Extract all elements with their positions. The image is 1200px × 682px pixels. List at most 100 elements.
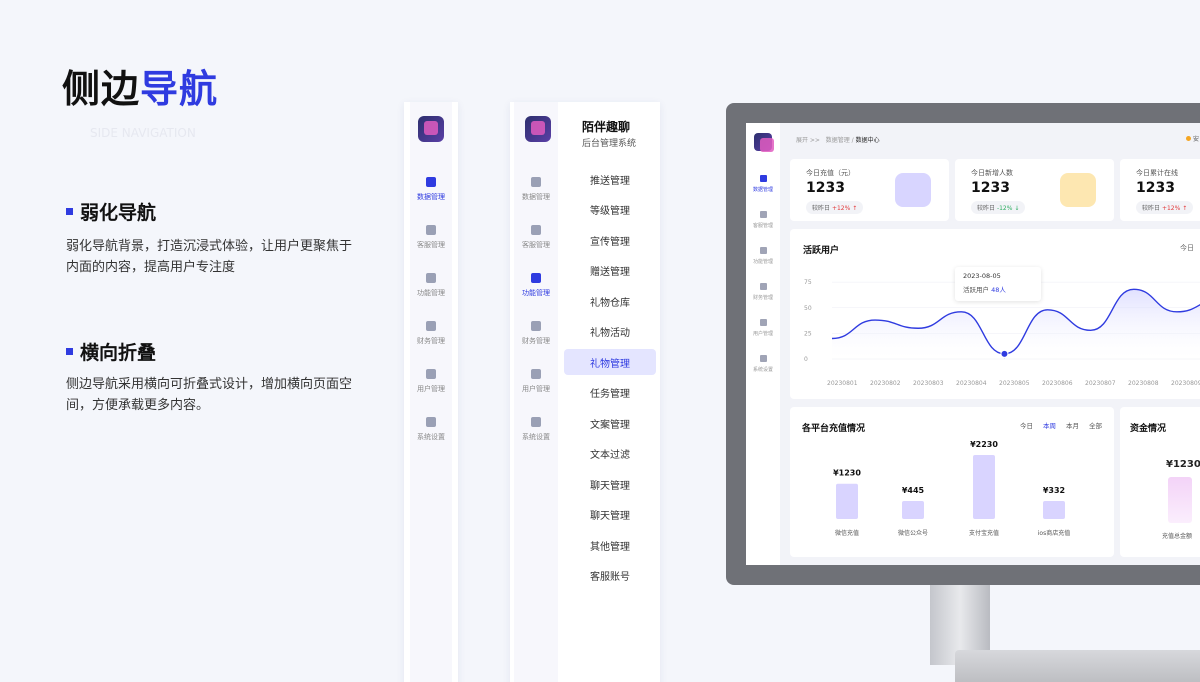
y-tick-label: 50 xyxy=(804,305,812,312)
bar-value-label: ¥445 xyxy=(902,486,925,495)
rail-item-3[interactable]: 财务管理 xyxy=(414,310,448,356)
kpi-value: 1233 xyxy=(971,180,1010,196)
bullet-square-icon xyxy=(66,348,73,355)
monitor-base xyxy=(955,650,1200,682)
menu-item-1[interactable]: 等级管理 xyxy=(564,197,656,223)
y-tick-label: 75 xyxy=(804,279,812,286)
menu-item-10[interactable]: 聊天管理 xyxy=(564,471,656,497)
kpi-label: 今日累计在线 xyxy=(1136,169,1178,177)
expand-link[interactable]: 展开 >> xyxy=(796,137,820,144)
rail-item-4[interactable]: 用户管理 xyxy=(414,358,448,404)
user-icon xyxy=(531,368,541,379)
dash-nav-0[interactable]: 数据管理 xyxy=(748,167,778,201)
bullet-square-icon xyxy=(66,208,73,215)
bar xyxy=(1043,501,1065,519)
x-tick-label: 20230802 xyxy=(870,380,901,387)
support-icon xyxy=(531,224,541,235)
funds-card: 资金情况 ¥1230 充值总金额 xyxy=(1120,407,1200,557)
chart-tooltip: 2023-08-05 活跃用户 48人 xyxy=(955,267,1041,301)
rail-item-1[interactable]: 客服管理 xyxy=(519,214,553,260)
menu-item-13[interactable]: 客服账号 xyxy=(564,563,656,589)
filter-2[interactable]: 本月 xyxy=(1066,420,1079,430)
menu-item-4[interactable]: 礼物仓库 xyxy=(564,288,656,314)
dash-nav-4[interactable]: 用户管理 xyxy=(748,311,778,345)
support-icon xyxy=(426,224,436,235)
x-tick-label: 20230805 xyxy=(999,380,1030,387)
x-tick-label: 20230809 xyxy=(1171,380,1200,387)
settings-icon xyxy=(426,416,436,427)
menu-item-8[interactable]: 文案管理 xyxy=(564,410,656,436)
funds-title: 资金情况 xyxy=(1130,424,1167,434)
range-filter[interactable]: 今日 xyxy=(1180,243,1194,253)
section-heading-collapse: 横向折叠 xyxy=(66,338,156,365)
app-name: 陌伴趣聊 xyxy=(582,120,631,134)
x-tick-label: 20230807 xyxy=(1085,380,1116,387)
menu-item-5[interactable]: 礼物活动 xyxy=(564,319,656,345)
kpi-card-2: 今日累计在线 1233 较昨日 +12% ↑ xyxy=(1120,159,1200,221)
bar-value-label: ¥332 xyxy=(1043,486,1065,495)
rail-item-2[interactable]: 功能管理 xyxy=(414,262,448,308)
function-icon xyxy=(531,272,541,283)
dash-nav-3[interactable]: 财务管理 xyxy=(748,275,778,309)
kpi-card-0: 今日充值（元） 1233 较昨日 +12% ↑ xyxy=(790,159,949,221)
rail-item-3[interactable]: 财务管理 xyxy=(519,310,553,356)
breadcrumb-parent[interactable]: 数据管理 xyxy=(826,137,850,144)
dashboard-sidebar: 数据管理 客服管理 功能管理 财务管理 用户管理 系统设置 xyxy=(746,123,780,565)
filter-3[interactable]: 全部 xyxy=(1089,420,1102,430)
y-tick-label: 0 xyxy=(804,356,808,363)
x-tick-label: 20230803 xyxy=(913,380,944,387)
breadcrumb-current: 数据中心 xyxy=(855,137,880,144)
rail-item-1[interactable]: 客服管理 xyxy=(414,214,448,260)
user-icon xyxy=(426,368,436,379)
rail-item-5[interactable]: 系统设置 xyxy=(414,406,448,452)
finance-icon xyxy=(531,320,541,331)
wallet-icon xyxy=(895,173,931,207)
x-tick-label: 20230801 xyxy=(827,380,858,387)
app-logo[interactable] xyxy=(418,116,444,142)
dash-nav-2[interactable]: 功能管理 xyxy=(748,239,778,273)
active-users-title: 活跃用户 xyxy=(803,246,840,256)
nav-icon xyxy=(759,175,767,182)
menu-item-6[interactable]: 礼物管理 xyxy=(564,349,656,375)
menu-item-2[interactable]: 宣传管理 xyxy=(564,227,656,253)
chart-icon xyxy=(531,176,541,187)
chart-icon xyxy=(426,176,436,187)
rail-item-2[interactable]: 功能管理 xyxy=(519,262,553,308)
note-icon xyxy=(1060,173,1096,207)
menu-item-0[interactable]: 推送管理 xyxy=(564,166,656,192)
highlight-point xyxy=(1000,349,1009,358)
menu-item-3[interactable]: 赠送管理 xyxy=(564,258,656,284)
kpi-value: 1233 xyxy=(1136,180,1175,196)
finance-icon xyxy=(426,320,436,331)
nav-icon xyxy=(759,319,767,326)
bar-value-label: ¥1230 xyxy=(833,469,861,478)
kpi-compare: 较昨日 -12% ↓ xyxy=(971,201,1026,214)
rail-item-5[interactable]: 系统设置 xyxy=(519,406,553,452)
collapsed-sidebar: 数据管理 客服管理 功能管理 财务管理 用户管理 系统设置 xyxy=(404,102,458,682)
menu-item-9[interactable]: 文本过滤 xyxy=(564,441,656,467)
rail-item-0[interactable]: 数据管理 xyxy=(519,166,553,212)
app-logo[interactable] xyxy=(754,133,774,152)
rail-item-0[interactable]: 数据管理 xyxy=(414,166,448,212)
kpi-compare: 较昨日 +12% ↑ xyxy=(1136,201,1194,214)
rail-item-4[interactable]: 用户管理 xyxy=(519,358,553,404)
bar xyxy=(836,483,858,519)
expanded-sidebar: 陌伴趣聊 后台管理系统 数据管理 客服管理 功能管理 财务管理 用户管理 系统设置 推送管… xyxy=(510,102,660,682)
bar-value-label: ¥2230 xyxy=(970,440,998,449)
bar xyxy=(902,501,924,519)
app-logo[interactable] xyxy=(525,116,551,142)
menu-item-11[interactable]: 聊天管理 xyxy=(564,502,656,528)
filter-0[interactable]: 今日 xyxy=(1020,420,1033,430)
user-menu[interactable]: 安 xyxy=(1186,134,1199,143)
kpi-compare: 较昨日 +12% ↑ xyxy=(806,201,864,214)
dash-nav-5[interactable]: 系统设置 xyxy=(748,347,778,381)
page-subtitle: SIDE NAVIGATION xyxy=(90,126,196,140)
menu-item-7[interactable]: 任务管理 xyxy=(564,380,656,406)
funds-bar xyxy=(1168,477,1192,523)
recharge-title: 各平台充值情况 xyxy=(802,424,866,434)
dash-nav-1[interactable]: 客服管理 xyxy=(748,203,778,237)
menu-item-12[interactable]: 其他管理 xyxy=(564,532,656,558)
filter-1[interactable]: 本周 xyxy=(1043,420,1056,430)
monitor-frame: 数据管理 客服管理 功能管理 财务管理 用户管理 系统设置 展开 >> 数据管理 / 数据… xyxy=(726,103,1200,585)
bar-category-label: 支付宝充值 xyxy=(969,529,999,537)
